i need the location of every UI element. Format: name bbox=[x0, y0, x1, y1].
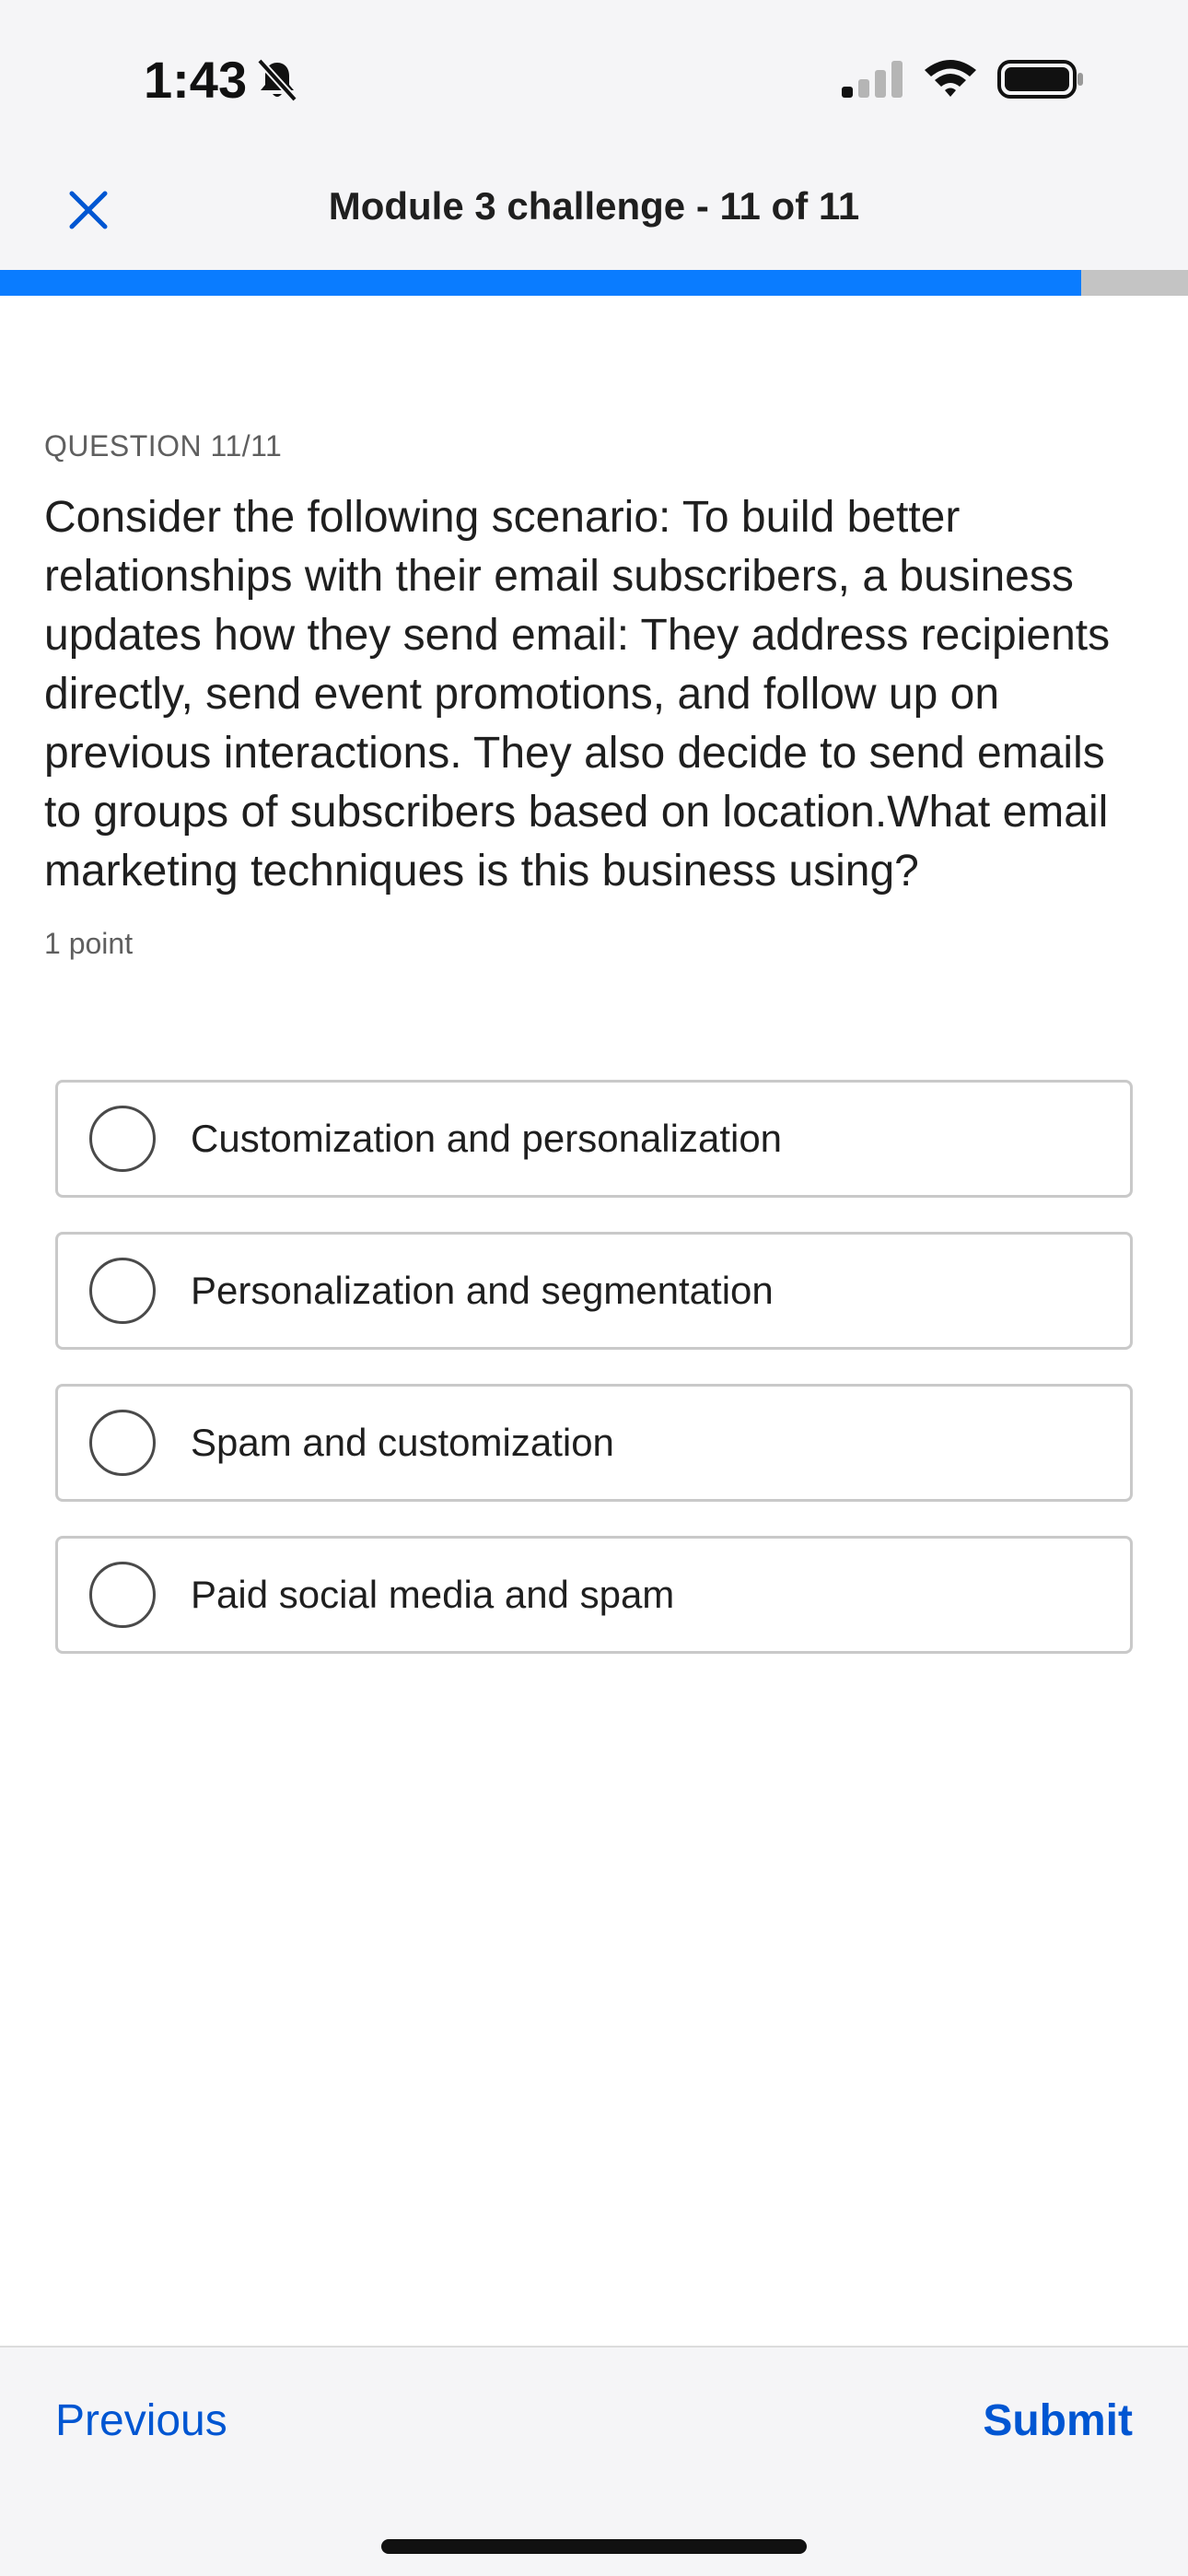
answer-option-label: Personalization and segmentation bbox=[191, 1269, 774, 1312]
answer-option[interactable]: Personalization and segmentation bbox=[55, 1232, 1133, 1350]
bell-off-icon bbox=[257, 58, 297, 102]
question-label: QUESTION 11/11 bbox=[44, 429, 283, 463]
header-title: Module 3 challenge - 11 of 11 bbox=[328, 184, 860, 228]
quiz-screen: 1:43 Module 3 challenge - 11 of 11 QUEST… bbox=[0, 0, 1188, 2576]
radio-button[interactable] bbox=[89, 1258, 156, 1324]
radio-button[interactable] bbox=[89, 1562, 156, 1628]
radio-button[interactable] bbox=[89, 1106, 156, 1172]
cellular-signal-icon bbox=[842, 61, 903, 98]
wifi-icon bbox=[925, 60, 976, 97]
answer-option-label: Paid social media and spam bbox=[191, 1573, 675, 1616]
top-bar: 1:43 Module 3 challenge - 11 of 11 bbox=[0, 0, 1188, 270]
answer-option[interactable]: Spam and customization bbox=[55, 1384, 1133, 1502]
radio-button[interactable] bbox=[89, 1410, 156, 1476]
progress-bar bbox=[0, 270, 1188, 296]
question-text: Consider the following scenario: To buil… bbox=[44, 493, 1111, 896]
answer-option[interactable]: Customization and personalization bbox=[55, 1080, 1133, 1198]
battery-icon bbox=[997, 60, 1083, 99]
answer-option-label: Customization and personalization bbox=[191, 1117, 783, 1160]
answer-option-label: Spam and customization bbox=[191, 1421, 614, 1464]
answer-option[interactable]: Paid social media and spam bbox=[55, 1536, 1133, 1654]
status-time: 1:43 bbox=[144, 51, 248, 109]
question-points: 1 point bbox=[44, 927, 134, 960]
progress-fill bbox=[0, 270, 1081, 296]
previous-button[interactable]: Previous bbox=[55, 2395, 227, 2446]
home-indicator bbox=[381, 2539, 807, 2554]
submit-button[interactable]: Submit bbox=[983, 2395, 1133, 2446]
